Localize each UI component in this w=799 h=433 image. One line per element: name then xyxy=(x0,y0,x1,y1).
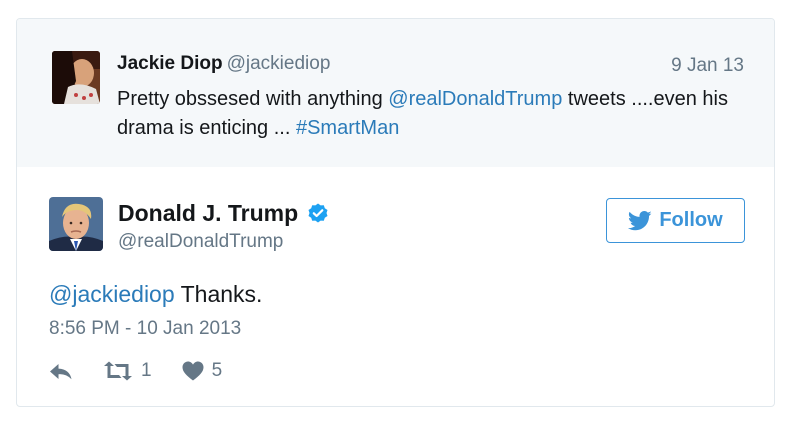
tweet-timestamp[interactable]: 8:56 PM - 10 Jan 2013 xyxy=(49,318,241,340)
retweet-icon xyxy=(104,361,132,381)
tweet-actions: 1 5 xyxy=(49,360,222,382)
tweet-text-segment: Thanks. xyxy=(174,281,263,307)
follow-label: Follow xyxy=(659,209,723,231)
parent-tweet-text: Pretty obssesed with anything @realDonal… xyxy=(117,85,757,143)
mention-link[interactable]: @realDonaldTrump xyxy=(388,88,562,110)
author-avatar[interactable] xyxy=(49,197,103,251)
twitter-bird-icon xyxy=(628,210,652,230)
verified-badge-icon xyxy=(308,203,328,222)
embedded-tweet-card: Jackie Diop @jackiediop 9 Jan 13 Pretty o… xyxy=(16,18,775,407)
parent-text-segment: Pretty obssesed with anything xyxy=(117,88,389,110)
parent-name-line: Jackie Diop @jackiediop xyxy=(117,53,330,75)
follow-button[interactable]: Follow xyxy=(606,198,745,243)
parent-date[interactable]: 9 Jan 13 xyxy=(671,55,744,77)
retweet-button[interactable]: 1 xyxy=(103,360,152,382)
author-handle[interactable]: @realDonaldTrump xyxy=(118,231,283,253)
heart-icon xyxy=(182,361,204,381)
author-name-row: Donald J. Trump xyxy=(118,200,330,227)
parent-author-handle[interactable]: @jackiediop xyxy=(227,53,331,74)
retweet-count: 1 xyxy=(141,360,152,381)
reply-button[interactable] xyxy=(49,361,73,381)
like-button[interactable]: 5 xyxy=(182,360,223,382)
mention-link[interactable]: @jackiediop xyxy=(49,281,175,307)
parent-avatar[interactable] xyxy=(52,51,100,104)
tweet-text: @jackiediop Thanks. xyxy=(49,281,262,308)
hashtag-link[interactable]: #SmartMan xyxy=(296,117,399,139)
like-count: 5 xyxy=(211,360,223,381)
author-name[interactable]: Donald J. Trump xyxy=(118,200,298,227)
parent-tweet: Jackie Diop @jackiediop 9 Jan 13 Pretty o… xyxy=(17,19,774,167)
parent-author-name[interactable]: Jackie Diop xyxy=(117,53,223,74)
reply-icon xyxy=(50,364,72,380)
